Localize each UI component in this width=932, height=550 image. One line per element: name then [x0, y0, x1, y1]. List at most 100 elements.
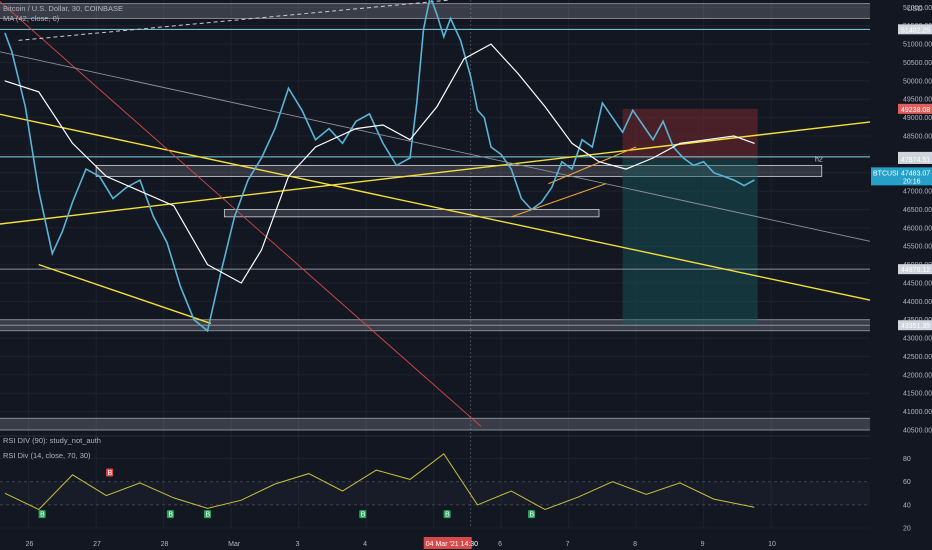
- ma-point: [355, 128, 357, 130]
- price-point: [436, 14, 438, 16]
- rsi-marker-label: B: [108, 470, 113, 477]
- ma-point: [652, 157, 654, 159]
- ma-point: [382, 124, 384, 126]
- ma-point: [139, 190, 141, 192]
- price-point: [139, 179, 141, 181]
- rsi-tick-label: 40: [903, 502, 911, 509]
- price-point: [301, 109, 303, 111]
- price-point: [500, 153, 502, 155]
- time-tick-label: 9: [701, 541, 705, 548]
- price-point: [261, 157, 262, 159]
- price-point: [733, 179, 735, 181]
- price-tick-label: 50000.00: [903, 78, 932, 85]
- price-point: [460, 39, 462, 41]
- price-tick-label: 46000.00: [903, 225, 932, 232]
- rsi-tick-label: 80: [903, 456, 911, 463]
- price-point: [4, 32, 6, 34]
- price-tick-label: 44000.00: [903, 299, 932, 306]
- price-point: [126, 186, 127, 188]
- price-tick-label: 42000.00: [903, 372, 932, 379]
- price-point: [477, 109, 478, 111]
- price-point: [743, 185, 745, 187]
- entry-price-badge: 47874.51: [901, 157, 930, 164]
- price-point: [207, 330, 208, 332]
- support-box-mid: [223, 209, 600, 218]
- symbol-badge: BTCUSD: [873, 170, 902, 177]
- price-tick-label: 45500.00: [903, 244, 932, 251]
- price-point: [713, 172, 715, 174]
- price-point: [622, 131, 624, 133]
- price-point: [288, 87, 289, 89]
- time-tick-label: 6: [498, 541, 502, 548]
- price-point: [72, 201, 73, 203]
- price-point: [581, 139, 583, 141]
- price-axis[interactable]: 52000.0051500.0051000.0050500.0050000.00…: [870, 0, 932, 550]
- level-price-badge: 43351.35: [901, 323, 930, 330]
- rsi-marker-label: B: [40, 512, 45, 519]
- ma-point: [679, 142, 681, 144]
- price-tick-label: 49000.00: [903, 115, 932, 122]
- rsi-marker-label: B: [361, 512, 366, 519]
- time-tick-label: 8: [633, 541, 637, 548]
- current-price-badge: 47483.07: [901, 170, 930, 177]
- price-point: [703, 161, 705, 163]
- ma-point: [571, 142, 573, 144]
- ma-point: [490, 43, 492, 45]
- ma-indicator-label[interactable]: MA (42, close, 0): [3, 14, 59, 23]
- time-tick-label: 27: [93, 541, 101, 548]
- ma-point: [544, 106, 546, 108]
- rsi-indicator-label[interactable]: RSI Div (14, close, 70, 30): [3, 451, 91, 460]
- time-tick-label: 7: [566, 541, 570, 548]
- ma-point: [207, 264, 208, 266]
- price-chart[interactable]: h2 BBBBBBB 52000.0051500.0051000.0050500…: [0, 0, 932, 550]
- countdown-label: 20:16: [903, 178, 921, 185]
- ma-point: [261, 249, 262, 251]
- ma-point: [436, 106, 438, 108]
- rsi-div-indicator-label[interactable]: RSI DIV (90): study_not_auth: [3, 436, 101, 445]
- stop-loss-zone: [622, 108, 758, 159]
- price-point: [510, 168, 512, 170]
- price-point: [693, 164, 694, 166]
- price-point: [753, 179, 755, 181]
- ma-point: [4, 80, 6, 82]
- ma-point: [598, 161, 600, 163]
- support-box-bottom: [0, 417, 877, 431]
- price-tick-label: 50500.00: [903, 60, 932, 67]
- price-point: [24, 106, 26, 108]
- price-point: [591, 146, 593, 148]
- price-point: [85, 168, 87, 170]
- ma-point: [315, 146, 316, 148]
- price-point: [369, 113, 370, 115]
- ma-point: [463, 58, 465, 60]
- price-point: [541, 201, 543, 203]
- price-point: [355, 120, 357, 122]
- price-point: [662, 120, 664, 122]
- time-axis[interactable]: 262728Mar34567891004 Mar '21 14:30: [0, 536, 932, 550]
- price-point: [153, 216, 154, 218]
- price-point: [450, 17, 451, 19]
- time-tick-label: 26: [26, 541, 34, 548]
- price-point: [51, 253, 53, 255]
- price-tick-label: 51000.00: [903, 42, 932, 49]
- price-point: [247, 179, 249, 181]
- price-tick-label: 47000.00: [903, 189, 932, 196]
- time-tick-label: 28: [161, 541, 169, 548]
- ma-point: [105, 175, 107, 177]
- ma-point: [72, 142, 73, 144]
- price-tick-label: 43000.00: [903, 336, 932, 343]
- price-point: [193, 319, 195, 321]
- price-point: [11, 50, 13, 52]
- price-point: [99, 175, 100, 177]
- ma-point: [38, 91, 40, 93]
- price-point: [423, 28, 424, 30]
- rsi-marker-label: B: [445, 512, 450, 519]
- level-price-badge: 44876.12: [901, 267, 930, 274]
- ma-point: [753, 142, 755, 144]
- price-tick-label: 49500.00: [903, 97, 932, 104]
- ma-point: [240, 282, 242, 284]
- price-tick-label: 42500.00: [903, 354, 932, 361]
- price-point: [409, 157, 411, 159]
- price-tick-label: 40500.00: [903, 428, 932, 435]
- price-point: [632, 109, 634, 111]
- price-point: [382, 142, 384, 144]
